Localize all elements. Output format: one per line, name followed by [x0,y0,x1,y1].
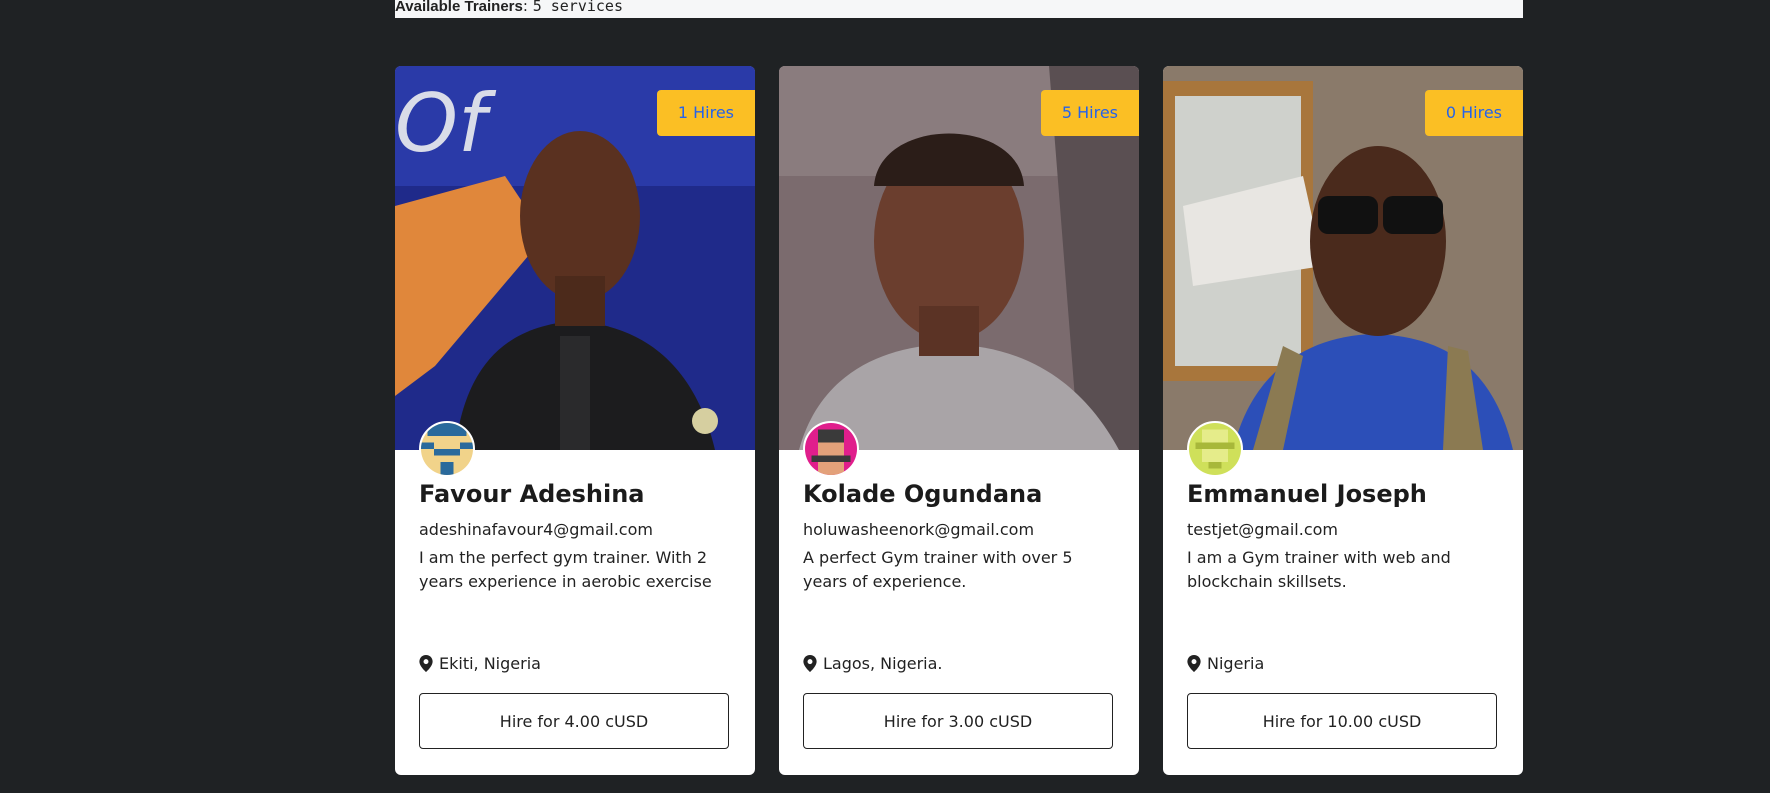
trainer-email: holuwasheenork@gmail.com [803,520,1035,539]
hires-badge: 5 Hires [1040,90,1139,136]
location-text: Nigeria [1207,654,1265,673]
hire-button[interactable]: Hire for 4.00 cUSD [419,693,729,749]
trainer-card: 0 Hires Emmanuel Joseph testjet@gmail.co… [1163,66,1523,775]
avatar [419,421,475,477]
trainer-photo: 5 Hires [779,66,1139,450]
services-count: 5 services [532,0,623,15]
svg-text:Of: Of [395,77,497,170]
trainer-card: Of 1 Hires Favour Adeshina adeshinafavou… [395,66,755,775]
trainer-location: Nigeria [1187,654,1264,673]
trainer-name: Emmanuel Joseph [1187,480,1427,508]
trainer-location: Lagos, Nigeria. [803,654,943,673]
trainer-photo: Of 1 Hires [395,66,755,450]
hire-button[interactable]: Hire for 3.00 cUSD [803,693,1113,749]
map-pin-icon [1187,655,1201,672]
map-pin-icon [803,655,817,672]
hires-badge: 0 Hires [1424,90,1523,136]
trainer-name: Kolade Ogundana [803,480,1043,508]
avatar [803,421,859,477]
trainer-card: 5 Hires Kolade Ogundana holuwasheenork@g… [779,66,1139,775]
location-text: Lagos, Nigeria. [823,654,943,673]
trainer-grid: Of 1 Hires Favour Adeshina adeshinafavou… [395,66,1523,775]
hires-badge: 1 Hires [656,90,755,136]
avatar [1187,421,1243,477]
trainer-name: Favour Adeshina [419,480,645,508]
trainer-description: I am a Gym trainer with web and blockcha… [1187,548,1451,591]
hire-button[interactable]: Hire for 10.00 cUSD [1187,693,1497,749]
location-text: Ekiti, Nigeria [439,654,541,673]
map-pin-icon [419,655,433,672]
trainer-location: Ekiti, Nigeria [419,654,541,673]
trainer-description: I am the perfect gym trainer. With 2 yea… [419,548,712,591]
trainer-email: adeshinafavour4@gmail.com [419,520,653,539]
available-trainers-label: Available Trainers [395,0,523,15]
trainer-photo: 0 Hires [1163,66,1523,450]
trainer-description: A perfect Gym trainer with over 5 years … [803,548,1073,591]
services-header: Available Trainers: 5 services [395,0,1523,18]
trainer-email: testjet@gmail.com [1187,520,1338,539]
